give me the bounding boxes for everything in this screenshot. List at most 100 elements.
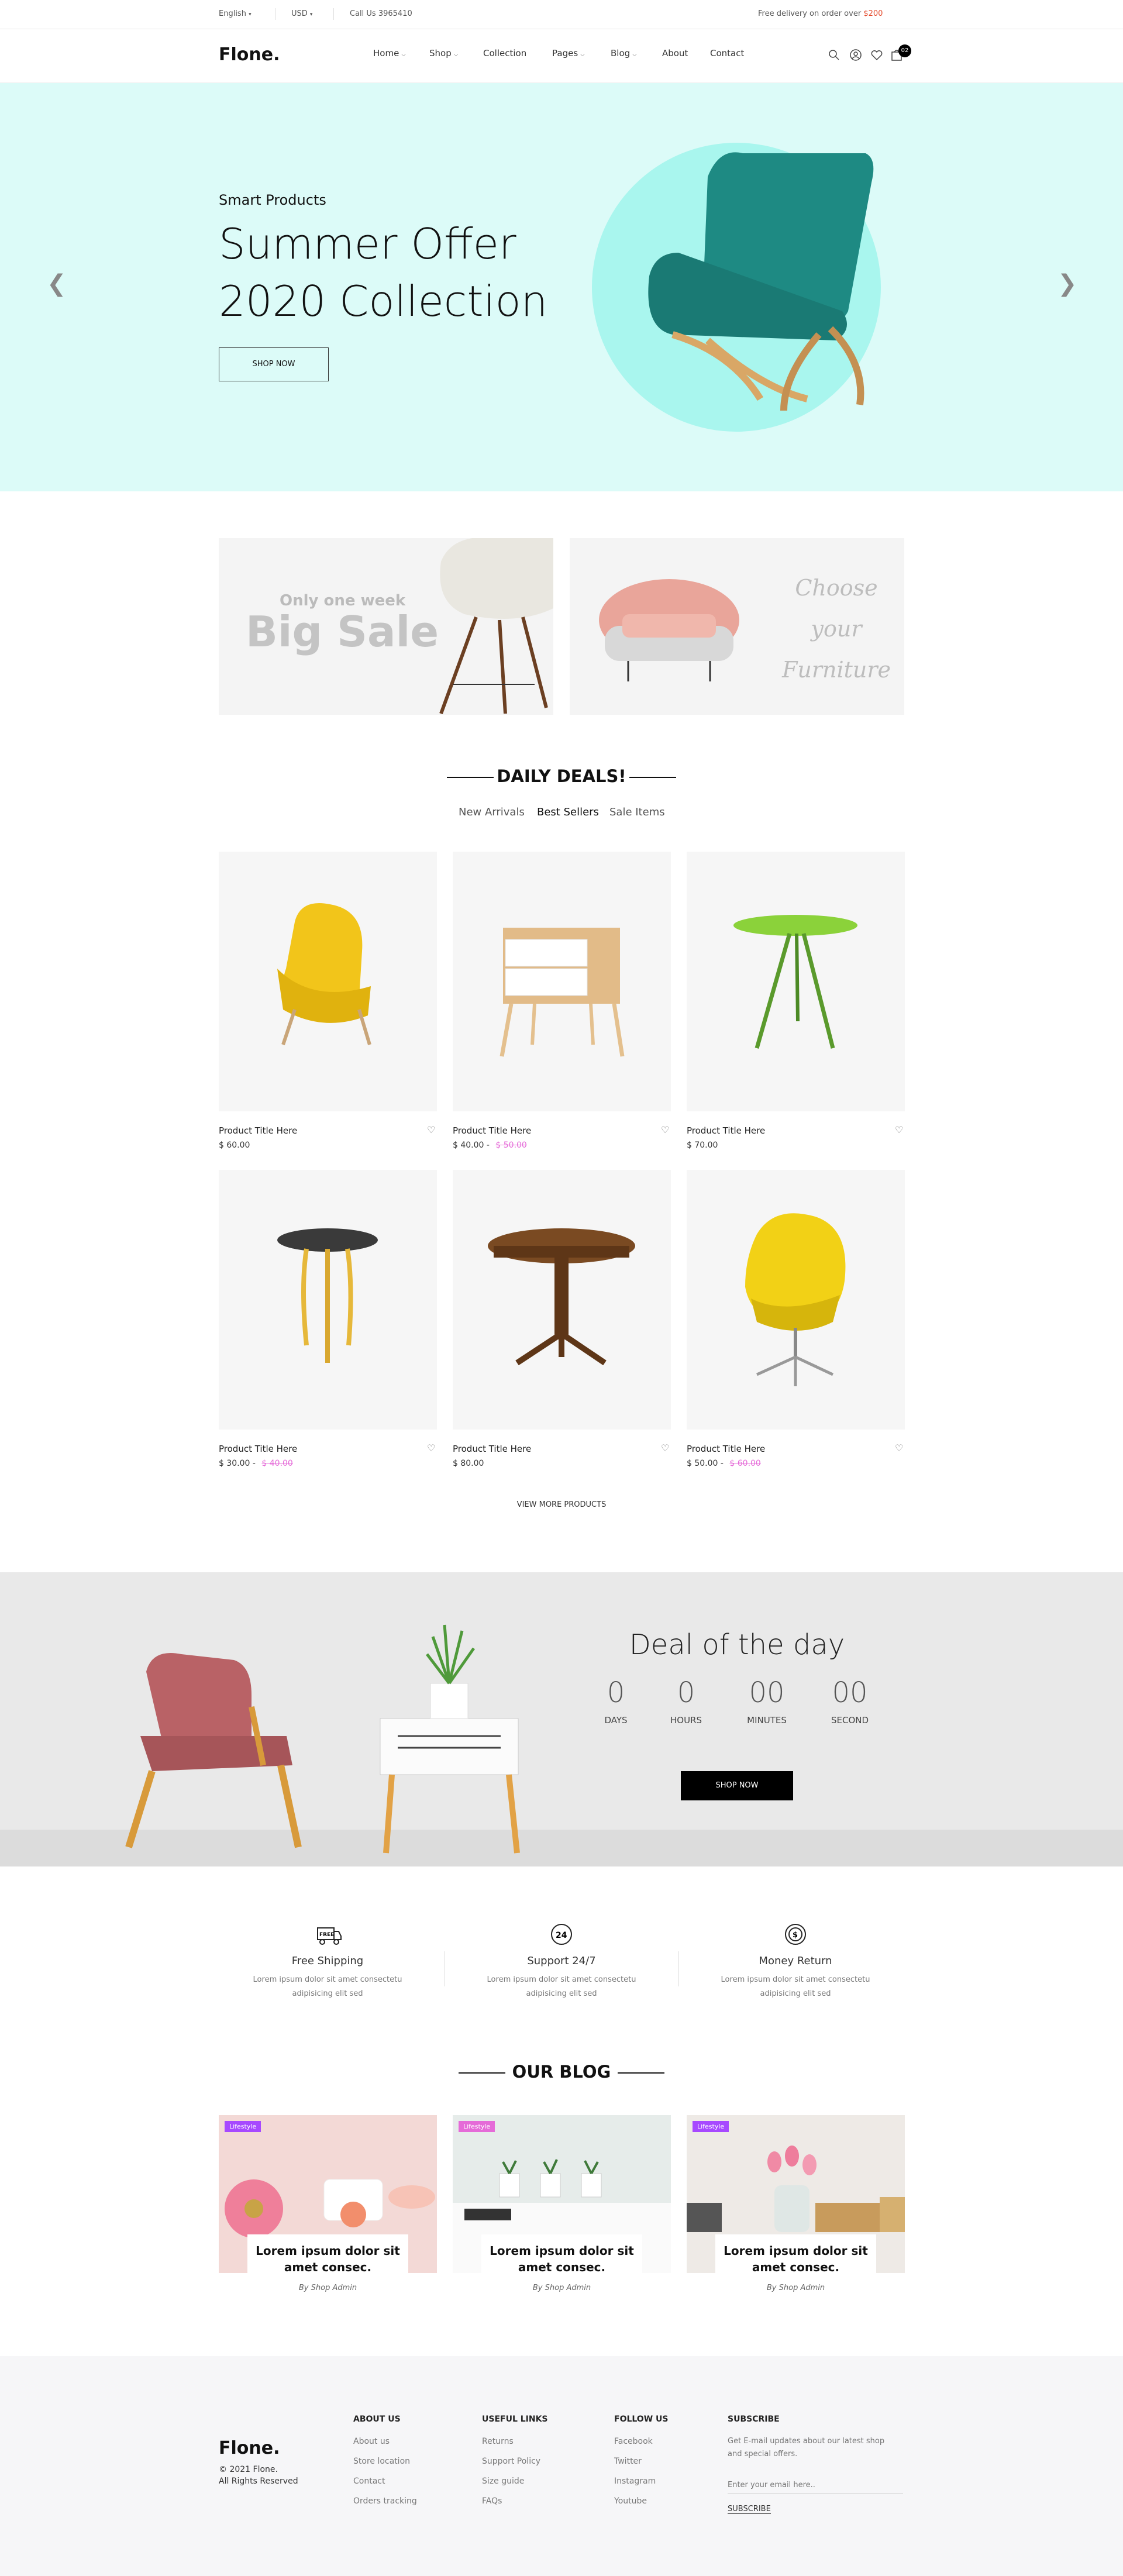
wishlist-heart-icon[interactable]: ♡ <box>427 1124 435 1135</box>
blog-card[interactable]: Lorem ipsum dolor sit amet consec. <box>247 2234 408 2287</box>
top-bar: English ▾ USD ▾ Call Us 3965410 Free del… <box>0 0 1123 29</box>
product-title[interactable]: Product Title Here <box>687 1444 765 1454</box>
site-logo[interactable]: Flone. <box>219 44 280 65</box>
footer-link[interactable]: Store location <box>353 2457 410 2466</box>
footer-heading-subscribe: SUBSCRIBE <box>728 2415 780 2424</box>
footer-link[interactable]: Contact <box>353 2477 385 2486</box>
deal-title: Deal of the day <box>629 1628 845 1661</box>
product-title[interactable]: Product Title Here <box>687 1125 765 1136</box>
blog-author: By Shop Admin <box>532 2284 591 2292</box>
blog-tag[interactable]: Lifestyle <box>225 2121 261 2132</box>
our-blog-title: OUR BLOG <box>512 2062 611 2082</box>
product-title[interactable]: Product Title Here <box>453 1444 531 1454</box>
nav-about[interactable]: About <box>662 48 688 58</box>
slider-prev-arrow[interactable]: ❮ <box>47 270 67 297</box>
wishlist-heart-icon[interactable]: ♡ <box>895 1442 903 1454</box>
subscribe-email-input[interactable] <box>728 2477 903 2494</box>
countdown-hours: 0 HOURS <box>670 1676 702 1726</box>
currency-select[interactable]: USD ▾ <box>291 9 312 18</box>
slider-next-arrow[interactable]: ❯ <box>1057 270 1077 297</box>
wishlist-heart-icon[interactable]: ♡ <box>661 1124 669 1135</box>
footer-link[interactable]: Instagram <box>614 2477 656 2486</box>
deal-shop-now-button[interactable]: SHOP NOW <box>681 1771 793 1800</box>
nav-pages[interactable]: Pages ⌵ <box>552 48 585 58</box>
hero-slider: ❮ ❯ Smart Products Summer Offer 2020 Col… <box>0 83 1123 491</box>
wishlist-heart-icon[interactable]: ♡ <box>661 1442 669 1454</box>
countdown-days: 0 DAYS <box>604 1676 628 1726</box>
footer-logo[interactable]: Flone. <box>219 2438 280 2458</box>
copyright-line: All Rights Reserved <box>219 2477 298 2486</box>
product-image[interactable] <box>687 852 905 1111</box>
armchair-and-plant-image <box>125 1624 520 1854</box>
footer-link[interactable]: FAQs <box>482 2496 502 2506</box>
footer-link[interactable]: Youtube <box>614 2496 647 2506</box>
subscribe-button[interactable]: SUBSCRIBE <box>728 2505 771 2514</box>
footer-link[interactable]: Support Policy <box>482 2457 540 2466</box>
footer-link[interactable]: Returns <box>482 2437 514 2446</box>
tab-best-sellers[interactable]: Best Sellers <box>537 806 599 818</box>
footer-heading-about: ABOUT US <box>353 2415 401 2424</box>
banner-big-text: Big Sale <box>246 607 439 656</box>
blog-tag[interactable]: Lifestyle <box>693 2121 729 2132</box>
footer-link[interactable]: Size guide <box>482 2477 524 2486</box>
feature-money-return: $ Money Return Lorem ipsum dolor sit ame… <box>687 1922 904 2001</box>
phone-text: Call Us 3965410 <box>350 9 412 18</box>
footer-link[interactable]: About us <box>353 2437 390 2446</box>
banner-choose-furniture[interactable]: Choose your Furniture <box>570 538 904 715</box>
blog-card[interactable]: Lorem ipsum dolor sit amet consec. <box>715 2234 876 2287</box>
product-title[interactable]: Product Title Here <box>219 1125 297 1136</box>
nav-shop[interactable]: Shop ⌵ <box>429 48 458 58</box>
tab-sale-items[interactable]: Sale Items <box>609 806 665 818</box>
footer-link[interactable]: Twitter <box>614 2457 642 2466</box>
language-select[interactable]: English ▾ <box>219 9 252 18</box>
footer-heading-useful: USEFUL LINKS <box>482 2415 548 2424</box>
product-price: $ 70.00 <box>687 1141 718 1150</box>
wishlist-heart-icon[interactable]: ♡ <box>427 1442 435 1454</box>
product-image[interactable] <box>219 1170 437 1430</box>
subscribe-text: and special offers. <box>728 2450 798 2458</box>
search-icon[interactable] <box>828 49 840 61</box>
tab-new-arrivals[interactable]: New Arrivals <box>459 806 525 818</box>
product-image[interactable] <box>453 1170 671 1430</box>
product-image[interactable] <box>453 852 671 1111</box>
view-more-products-link[interactable]: VIEW MORE PRODUCTS <box>0 1500 1123 1509</box>
nav-contact[interactable]: Contact <box>710 48 744 58</box>
banner-big-sale[interactable]: Only one week Big Sale <box>219 538 553 715</box>
copyright-line: © 2021 Flone. <box>219 2465 278 2474</box>
divider <box>678 1951 679 1986</box>
subscribe-text: Get E-mail updates about our latest shop <box>728 2437 885 2446</box>
support-24-icon: 24 <box>551 1924 572 1945</box>
feature-free-shipping: FREE Free Shipping Lorem ipsum dolor sit… <box>219 1922 436 2001</box>
footer-link[interactable]: Facebook <box>614 2437 653 2446</box>
truck-free-icon: FREE <box>317 1927 342 1945</box>
deal-of-the-day-section: Deal of the day 0 DAYS 0 HOURS 00 MINUTES 0… <box>0 1572 1123 1866</box>
wishlist-heart-icon[interactable]: ♡ <box>895 1124 903 1135</box>
nav-blog[interactable]: Blog ⌵ <box>611 48 637 58</box>
pink-sofa-image <box>599 579 739 681</box>
wishlist-icon[interactable] <box>870 49 883 61</box>
banner-script-text: Choose your Furniture <box>781 575 891 683</box>
account-icon[interactable] <box>849 49 862 61</box>
product-title[interactable]: Product Title Here <box>219 1444 297 1454</box>
nightstand-image <box>500 928 625 1057</box>
title-line-right <box>629 777 676 778</box>
nav-home[interactable]: Home ⌵ <box>373 48 406 58</box>
blog-card[interactable]: Lorem ipsum dolor sit amet consec. <box>481 2234 642 2287</box>
site-footer: Flone. © 2021 Flone. All Rights Reserved… <box>0 2356 1123 2576</box>
blog-author: By Shop Admin <box>766 2284 825 2292</box>
product-image[interactable] <box>219 852 437 1111</box>
blog-tag[interactable]: Lifestyle <box>459 2121 495 2132</box>
hero-subtitle: Smart Products <box>219 192 326 208</box>
nav-collection[interactable]: Collection <box>483 48 526 58</box>
svg-text:FREE: FREE <box>319 1932 334 1938</box>
yellow-armchair-image <box>277 903 371 1045</box>
hero-title: Summer Offer 2020 Collection <box>219 219 548 326</box>
wooden-table-image <box>488 1228 635 1366</box>
main-header: Flone. Home ⌵ Shop ⌵ Collection Pages ⌵ Blo… <box>0 29 1123 83</box>
product-image[interactable] <box>687 1170 905 1430</box>
countdown-minutes: 00 MINUTES <box>747 1676 787 1726</box>
white-chair-image <box>439 538 553 715</box>
footer-link[interactable]: Orders tracking <box>353 2496 417 2506</box>
product-title[interactable]: Product Title Here <box>453 1125 531 1136</box>
hero-shop-now-button[interactable]: SHOP NOW <box>219 347 329 381</box>
